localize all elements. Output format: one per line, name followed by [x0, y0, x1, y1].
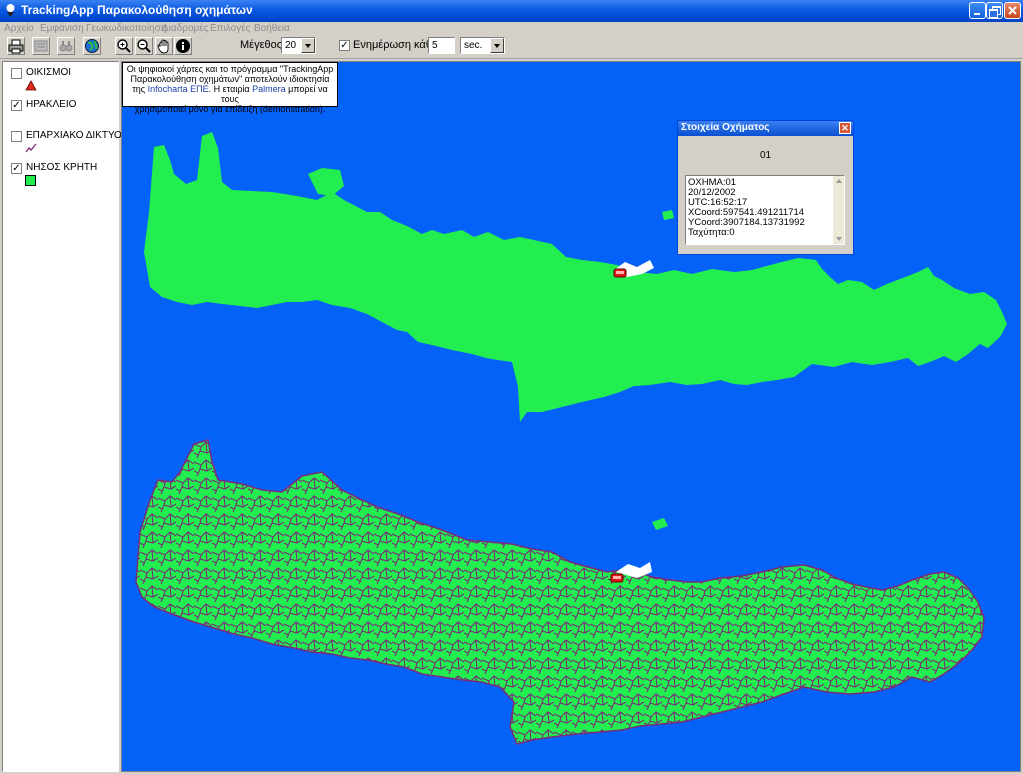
dialog-title: Στοιχεία Οχήματος — [681, 122, 770, 133]
layers-icon — [34, 40, 48, 52]
details-scrollbar[interactable] — [833, 176, 844, 244]
zoom-in-button[interactable] — [115, 37, 133, 55]
dialog-title-bar[interactable]: Στοιχεία Οχήματος ✕ — [678, 121, 853, 136]
toolbar: Μέγεθος 20 ✓ Ενημέρωση κάθε 5 sec. — [0, 36, 1023, 59]
pan-hand-icon — [157, 39, 169, 54]
layer-checkbox[interactable]: ✓ — [11, 163, 22, 174]
crete-map — [135, 132, 1007, 745]
pan-button[interactable] — [155, 37, 173, 55]
window-title: TrackingApp Παρακολούθηση οχημάτων — [21, 3, 253, 17]
maximize-button[interactable] — [986, 2, 1003, 19]
layer-checkbox[interactable] — [11, 131, 22, 142]
update-label: Ενημέρωση κάθε — [353, 39, 437, 51]
close-button[interactable] — [1004, 2, 1021, 19]
minimize-button[interactable] — [969, 2, 986, 19]
info-button[interactable] — [174, 37, 192, 55]
menu-view[interactable]: Εμφάνιση — [40, 23, 84, 34]
dialog-close-button[interactable]: ✕ — [839, 122, 851, 134]
zoom-out-icon — [137, 39, 151, 53]
layers-panel: ΟΙΚΙΣΜΟΙ ✓ ΗΡΑΚΛΕΙΟ ΕΠΑΡΧΙΑΚΟ ΔΙΚΤΥΟ ✓ Ν… — [2, 61, 122, 772]
triangle-symbol-icon — [25, 80, 37, 91]
info-icon — [176, 39, 190, 53]
menu-routes[interactable]: Διαδρομές — [162, 23, 209, 34]
green-square-symbol-icon — [25, 175, 36, 186]
find-button[interactable] — [57, 37, 75, 55]
layer-label: ΗΡΑΚΛΕΙΟ — [26, 99, 77, 110]
layer-checkbox[interactable] — [11, 68, 22, 79]
vehicle-details-list[interactable]: ΟΧΗΜΑ:01 20/12/2002 UTC:16:52:17 XCoord:… — [685, 175, 845, 245]
layer-label: ΕΠΑΡΧΙΑΚΟ ΔΙΚΤΥΟ — [26, 130, 122, 141]
menu-file[interactable]: Αρχείο — [4, 23, 34, 34]
chevron-down-icon[interactable] — [301, 38, 315, 53]
layer-checkbox[interactable]: ✓ — [11, 100, 22, 111]
full-extent-button[interactable] — [83, 37, 101, 55]
app-icon — [6, 4, 15, 17]
size-label: Μέγεθος — [240, 39, 283, 51]
vehicle-marker[interactable] — [610, 573, 624, 583]
scroll-up-icon[interactable] — [836, 179, 842, 183]
print-icon — [8, 39, 24, 54]
print-button[interactable] — [7, 37, 25, 55]
menu-options[interactable]: Επιλογές — [210, 23, 250, 34]
copyright-notice: Οι ψηφιακοί χάρτες και το πρόγραμμα "Tra… — [122, 62, 338, 114]
vehicle-id: 01 — [759, 150, 772, 161]
size-select[interactable]: 20 — [281, 37, 316, 54]
layer-label: ΟΙΚΙΣΜΟΙ — [26, 67, 72, 78]
zoom-out-button[interactable] — [135, 37, 153, 55]
menu-geocoding[interactable]: Γεωκωδικοποίηση — [86, 23, 166, 34]
unit-select[interactable]: sec. — [460, 37, 505, 54]
road-line-symbol-icon — [25, 143, 37, 153]
vehicle-info-dialog: Στοιχεία Οχήματος ✕ 01 ΟΧΗΜΑ:01 20/12/20… — [677, 120, 854, 255]
detail-line: Ταχύτητα:0 — [688, 227, 735, 238]
crete-island-shape — [144, 132, 1007, 422]
chevron-down-icon[interactable] — [490, 38, 504, 53]
vehicle-marker[interactable] — [613, 268, 627, 278]
menu-bar: Αρχείο Εμφάνιση Γεωκωδικοποίηση Διαδρομέ… — [0, 22, 1023, 36]
scroll-down-icon[interactable] — [836, 237, 842, 241]
crete-road-network-shape — [135, 439, 985, 745]
close-icon — [1008, 6, 1017, 15]
layer-label: ΝΗΣΟΣ ΚΡΗΤΗ — [26, 162, 98, 173]
layers-button[interactable] — [32, 37, 50, 55]
map-canvas[interactable]: Οι ψηφιακοί χάρτες και το πρόγραμμα "Tra… — [121, 61, 1021, 772]
interval-input[interactable]: 5 — [428, 37, 455, 54]
zoom-in-icon — [117, 39, 131, 53]
update-checkbox[interactable]: ✓ — [339, 40, 350, 51]
menu-help[interactable]: Βοήθεια — [254, 23, 290, 34]
globe-icon — [85, 39, 99, 53]
title-bar: TrackingApp Παρακολούθηση οχημάτων — [0, 0, 1023, 22]
binoculars-icon — [59, 41, 73, 52]
